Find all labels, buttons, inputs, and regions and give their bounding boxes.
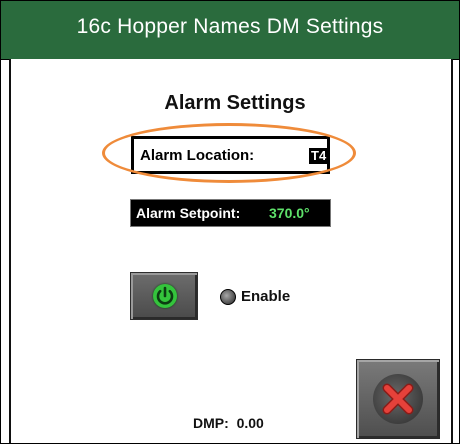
enable-status-led-icon (220, 289, 236, 305)
power-icon (153, 284, 177, 308)
alarm-location-label: Alarm Location: (140, 147, 255, 164)
alarm-setpoint-field[interactable]: Alarm Setpoint: 370.0° (130, 199, 331, 227)
title-bar: 16c Hopper Names DM Settings (1, 1, 459, 60)
alarm-setpoint-value[interactable]: 370.0° (269, 205, 310, 221)
enable-power-button[interactable] (130, 272, 198, 320)
window-title: 16c Hopper Names DM Settings (76, 15, 384, 38)
alarm-setpoint-label: Alarm Setpoint: (136, 205, 241, 221)
enable-label: Enable (241, 288, 291, 305)
alarm-settings-heading: Alarm Settings (164, 92, 306, 114)
alarm-location-field[interactable]: Alarm Location: T4 (131, 136, 330, 174)
dmp-readout: DMP: 0.00 (193, 415, 264, 431)
dmp-value: 0.00 (236, 415, 264, 431)
close-button[interactable] (356, 359, 440, 439)
alarm-location-value[interactable]: T4 (309, 148, 329, 164)
close-icon (373, 374, 423, 424)
dmp-label: DMP: (193, 415, 229, 431)
